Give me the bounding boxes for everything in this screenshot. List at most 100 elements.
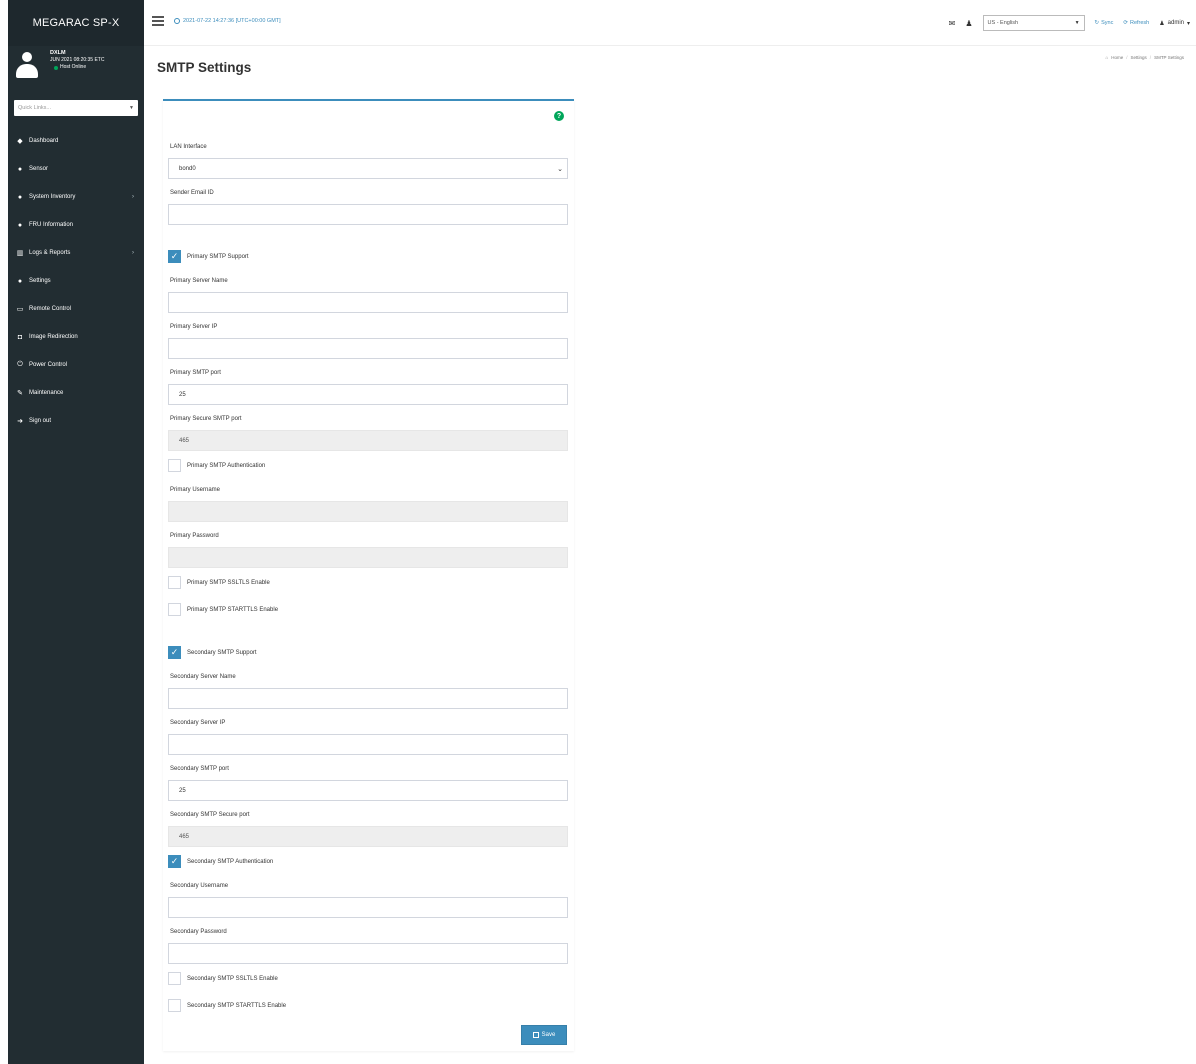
user-alert-icon[interactable]: ♟ — [965, 19, 972, 28]
checkbox-checked-icon[interactable]: ✓ — [168, 250, 181, 263]
smtp-settings-form: ? LAN Interface bond0 ⌄ Sender Email ID … — [163, 99, 574, 1051]
user-avatar-icon — [14, 52, 40, 80]
caret-down-icon: ▼ — [129, 105, 134, 111]
sidebar-item-label: Image Redirection — [29, 334, 78, 340]
primary-starttls-checkbox[interactable]: Primary SMTP STARTTLS Enable — [168, 603, 278, 616]
sync-icon: ↻ — [1094, 20, 1100, 26]
secondary-username-input[interactable] — [168, 897, 568, 918]
sidebar-item-logs-reports[interactable]: ▥ Logs & Reports › — [8, 239, 144, 267]
quick-links-placeholder: Quick Links... — [18, 105, 52, 111]
breadcrumb-settings[interactable]: Settings — [1131, 55, 1147, 60]
breadcrumb-separator: / — [1126, 55, 1128, 60]
dashboard-icon: ● — [17, 165, 23, 173]
user-panel: DXLM JUN 2021 08:20:35 ETC Host Online — [8, 46, 144, 94]
checkbox-unchecked-icon[interactable] — [168, 459, 181, 472]
cube-icon: ● — [17, 193, 23, 201]
datetime-display: 2021-07-22 14:27:36 [UTC+00:00 GMT] — [174, 18, 281, 24]
user-name: DXLM — [50, 50, 66, 56]
datetime-text: 2021-07-22 14:27:36 [UTC+00:00 GMT] — [183, 18, 281, 24]
primary-smtp-support-label: Primary SMTP Support — [187, 253, 249, 260]
sidebar-item-dashboard[interactable]: ◆ Dashboard — [8, 127, 144, 155]
checkbox-checked-icon[interactable]: ✓ — [168, 646, 181, 659]
sidebar-item-label: Remote Control — [29, 306, 72, 312]
sidebar-item-maintenance[interactable]: ✎ Maintenance — [8, 379, 144, 407]
chevron-right-icon: › — [132, 250, 134, 256]
sidebar-item-label: Dashboard — [29, 138, 59, 144]
checkbox-unchecked-icon[interactable] — [168, 576, 181, 589]
language-value: US - English — [987, 20, 1019, 26]
primary-server-name-label: Primary Server Name — [170, 278, 228, 284]
secondary-smtp-support-checkbox[interactable]: ✓ Secondary SMTP Support — [168, 646, 257, 659]
refresh-button[interactable]: ⟳ Refresh — [1123, 20, 1149, 26]
sign-out-icon: ➜ — [17, 418, 23, 425]
sidebar-item-sign-out[interactable]: ➜ Sign out — [8, 407, 144, 435]
secondary-server-name-input[interactable] — [168, 688, 568, 709]
sidebar-item-sensor[interactable]: ● Sensor — [8, 155, 144, 183]
quick-links-select[interactable]: Quick Links... ▼ — [14, 100, 138, 116]
checkbox-unchecked-icon[interactable] — [168, 603, 181, 616]
save-button[interactable]: Save — [521, 1025, 567, 1045]
sync-button[interactable]: ↻ Sync — [1095, 20, 1114, 26]
primary-username-input — [168, 501, 568, 522]
checkbox-unchecked-icon[interactable] — [168, 999, 181, 1012]
secondary-password-input[interactable] — [168, 943, 568, 964]
breadcrumb-home[interactable]: Home — [1111, 55, 1123, 60]
sidebar-item-label: System Inventory — [29, 194, 76, 200]
secondary-smtp-port-input[interactable]: 25 — [168, 780, 568, 801]
secondary-server-ip-input[interactable] — [168, 734, 568, 755]
primary-smtp-support-checkbox[interactable]: ✓ Primary SMTP Support — [168, 250, 249, 263]
primary-starttls-label: Primary SMTP STARTTLS Enable — [187, 606, 279, 613]
disk-icon: ◘ — [17, 333, 23, 341]
secondary-ssltls-checkbox[interactable]: Secondary SMTP SSLTLS Enable — [168, 972, 278, 985]
secondary-ssltls-label: Secondary SMTP SSLTLS Enable — [187, 975, 278, 982]
sender-email-input[interactable] — [168, 204, 568, 225]
secondary-secure-port-label: Secondary SMTP Secure port — [170, 812, 250, 818]
sidebar-item-remote-control[interactable]: ▭ Remote Control — [8, 295, 144, 323]
primary-ssltls-checkbox[interactable]: Primary SMTP SSLTLS Enable — [168, 576, 270, 589]
sidebar-item-system-inventory[interactable]: ● System Inventory › — [8, 183, 144, 211]
lan-interface-select[interactable]: bond0 ⌄ — [168, 158, 568, 179]
user-menu[interactable]: ♟ admin ▾ — [1159, 20, 1190, 27]
secondary-starttls-checkbox[interactable]: Secondary SMTP STARTTLS Enable — [168, 999, 286, 1012]
checkbox-checked-icon[interactable]: ✓ — [168, 855, 181, 868]
caret-down-icon: ▾ — [1186, 20, 1190, 27]
secondary-server-ip-label: Secondary Server IP — [170, 720, 226, 726]
top-right-controls: ✉ ♟ US - English ▼ ↻ Sync ⟳ Refresh ♟ admin… — [949, 13, 1190, 33]
primary-password-input — [168, 547, 568, 568]
envelope-icon[interactable]: ✉ — [949, 19, 956, 28]
host-status-text: Host Online — [60, 64, 87, 70]
user-menu-label: admin — [1167, 20, 1184, 26]
sidebar-item-power-control[interactable]: ⏻ Power Control — [8, 351, 144, 379]
help-icon[interactable]: ? — [554, 111, 564, 121]
primary-smtp-port-label: Primary SMTP port — [170, 370, 221, 376]
primary-server-ip-input[interactable] — [168, 338, 568, 359]
sidebar-item-label: Sign out — [29, 418, 52, 424]
secondary-starttls-label: Secondary SMTP STARTTLS Enable — [187, 1002, 287, 1009]
sender-email-label: Sender Email ID — [170, 190, 214, 196]
language-select[interactable]: US - English ▼ — [982, 15, 1085, 31]
primary-username-label: Primary Username — [170, 487, 221, 493]
sidebar-item-image-redirection[interactable]: ◘ Image Redirection — [8, 323, 144, 351]
menu-toggle-icon[interactable] — [152, 16, 164, 26]
sidebar-item-settings[interactable]: ● Settings — [8, 267, 144, 295]
primary-smtp-auth-checkbox[interactable]: Primary SMTP Authentication — [168, 459, 265, 472]
secondary-secure-port-input: 465 — [168, 826, 568, 847]
primary-smtp-auth-label: Primary SMTP Authentication — [187, 462, 266, 469]
primary-server-name-input[interactable] — [168, 292, 568, 313]
checkbox-unchecked-icon[interactable] — [168, 972, 181, 985]
sidebar-item-label: Maintenance — [29, 390, 64, 396]
sidebar-item-fru-information[interactable]: ● FRU Information — [8, 211, 144, 239]
bar-chart-icon: ▥ — [16, 250, 24, 257]
caret-down-icon: ▼ — [1074, 20, 1080, 26]
chevron-right-icon: › — [132, 194, 134, 200]
brand-logo[interactable]: MEGARAC SP-X — [8, 0, 144, 46]
sidebar-item-label: Settings — [29, 278, 51, 284]
primary-password-label: Primary Password — [170, 533, 219, 539]
sidebar-item-label: Power Control — [29, 362, 68, 368]
breadcrumb: ⌂ Home / Settings / SMTP Settings — [1106, 55, 1184, 60]
lan-interface-label: LAN Interface — [170, 144, 207, 150]
secondary-smtp-auth-checkbox[interactable]: ✓ Secondary SMTP Authentication — [168, 855, 273, 868]
primary-smtp-port-input[interactable]: 25 — [168, 384, 568, 405]
primary-server-ip-label: Primary Server IP — [170, 324, 218, 330]
secondary-password-label: Secondary Password — [170, 929, 227, 935]
